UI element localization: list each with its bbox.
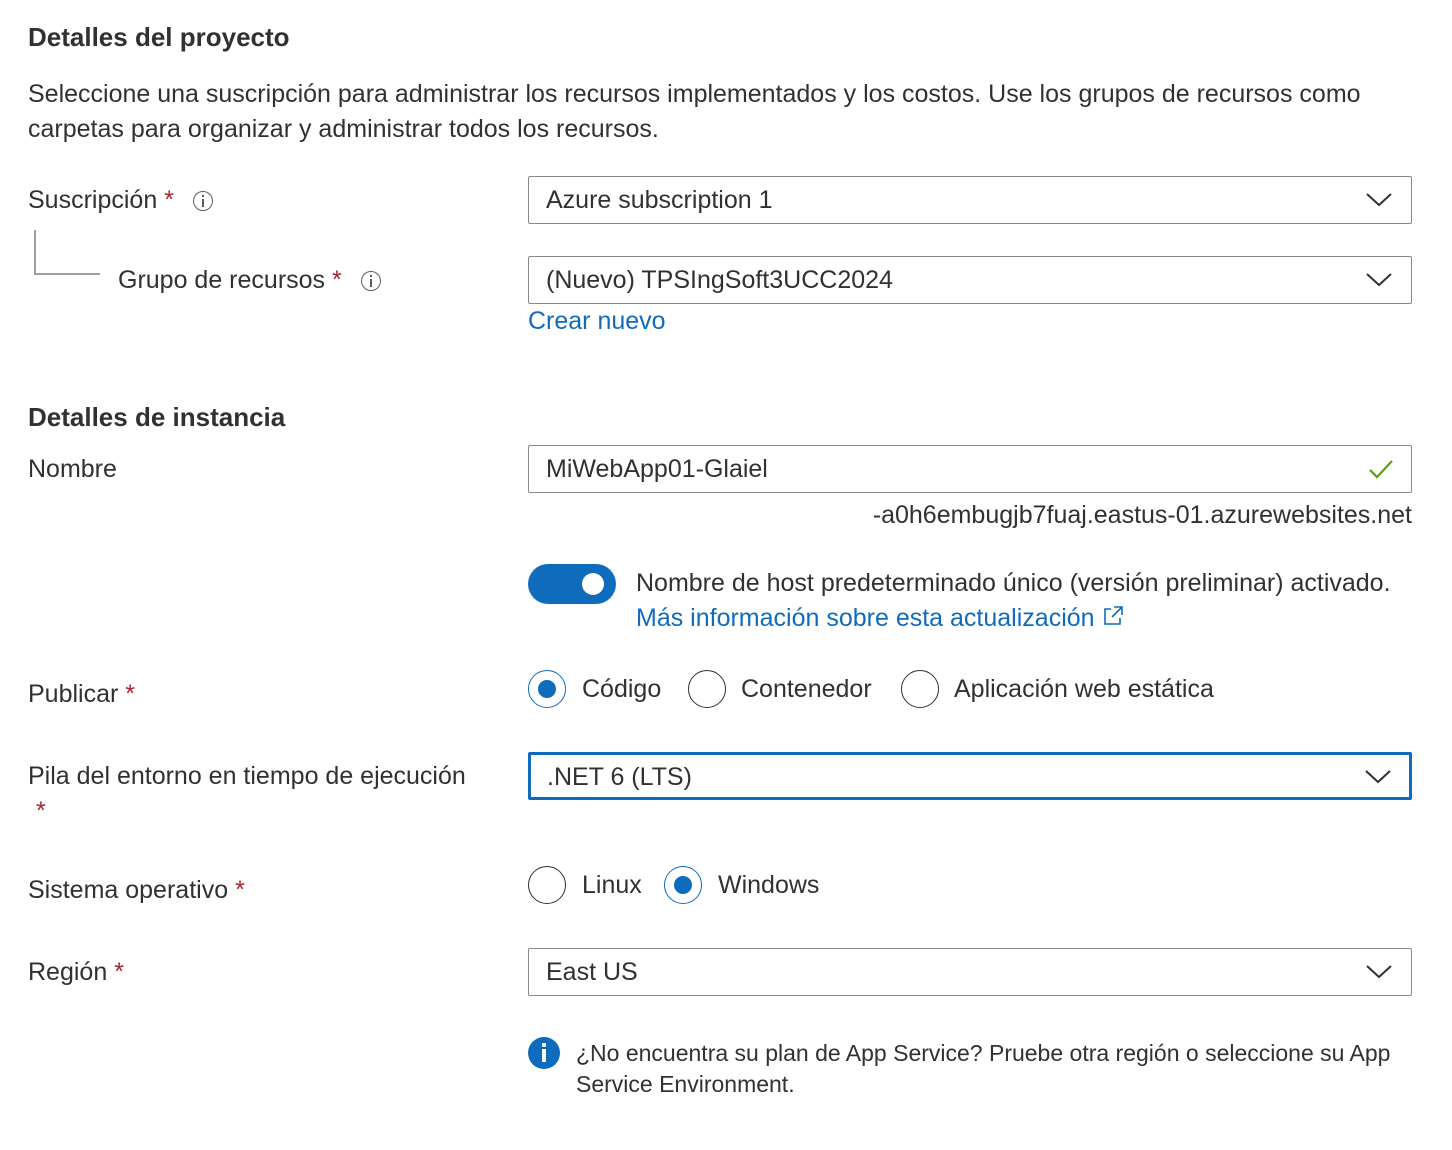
learn-more-link-text: Más información sobre esta actualización (636, 604, 1095, 632)
domain-suffix: -a0h6embugjb7fuaj.eastus-01.azurewebsite… (872, 501, 1412, 529)
project-details-title: Detalles del proyecto (28, 22, 290, 52)
name-input[interactable]: MiWebApp01-Glaiel (528, 445, 1412, 493)
runtime-stack-dropdown[interactable]: .NET 6 (LTS) (528, 752, 1412, 800)
radio-container[interactable] (688, 670, 726, 708)
chevron-down-icon (1366, 193, 1392, 207)
runtime-label: Pila del entorno en tiempo de ejecución (28, 762, 466, 790)
required-asterisk: * (332, 266, 342, 294)
learn-more-link[interactable]: Más información sobre esta actualización (636, 604, 1124, 632)
chevron-down-icon (1365, 770, 1391, 784)
resource-group-dropdown[interactable]: (Nuevo) TPSIngSoft3UCC2024 (528, 256, 1412, 304)
radio-windows[interactable] (664, 866, 702, 904)
subscription-dropdown[interactable]: Azure subscription 1 (528, 176, 1412, 224)
region-dropdown[interactable]: East US (528, 948, 1412, 996)
required-asterisk: * (235, 876, 245, 904)
region-value: East US (546, 958, 638, 986)
required-asterisk: * (36, 797, 46, 825)
region-info-message: ¿No encuentra su plan de App Service? Pr… (576, 1040, 1391, 1097)
name-label: Nombre (28, 455, 117, 483)
unique-hostname-text-block: Nombre de host predeterminado único (ver… (636, 566, 1396, 636)
runtime-stack-value: .NET 6 (LTS) (547, 763, 692, 791)
chevron-down-icon (1366, 273, 1392, 287)
publish-label: Publicar (28, 680, 119, 708)
chevron-down-icon (1366, 965, 1392, 979)
tree-connector (34, 230, 36, 274)
toggle-knob (582, 573, 604, 595)
instance-details-title: Detalles de instancia (28, 402, 286, 432)
create-new-link[interactable]: Crear nuevo (528, 307, 666, 336)
radio-windows-label[interactable]: Windows (718, 871, 819, 900)
radio-code[interactable] (528, 670, 566, 708)
radio-container-label[interactable]: Contenedor (741, 675, 872, 704)
radio-code-label[interactable]: Código (582, 675, 661, 704)
region-label-row: Región * (28, 958, 124, 987)
required-asterisk: * (125, 680, 136, 708)
radio-linux[interactable] (528, 866, 566, 904)
radio-static-web-app-label[interactable]: Aplicación web estática (954, 675, 1214, 704)
radio-static-web-app[interactable] (901, 670, 939, 708)
os-label: Sistema operativo (28, 876, 229, 904)
external-link-icon (1103, 606, 1123, 625)
resource-group-value: (Nuevo) TPSIngSoft3UCC2024 (546, 266, 893, 294)
radio-linux-label[interactable]: Linux (582, 871, 642, 900)
resource-group-label-row: Grupo de recursos * (118, 266, 381, 295)
info-icon (528, 1037, 560, 1069)
project-details-description: Seleccione una suscripción para administ… (28, 80, 1361, 143)
checkmark-icon (1369, 460, 1393, 479)
os-label-row: Sistema operativo * (28, 876, 245, 905)
subscription-label-row: Suscripción * (28, 186, 213, 215)
subscription-value: Azure subscription 1 (546, 186, 773, 214)
info-icon[interactable] (360, 271, 381, 292)
subscription-label: Suscripción (28, 186, 158, 214)
required-asterisk: * (164, 186, 174, 214)
resource-group-label: Grupo de recursos (118, 266, 326, 294)
required-asterisk: * (114, 958, 124, 986)
publish-label-row: Publicar * (28, 680, 135, 709)
unique-hostname-toggle[interactable] (528, 564, 616, 604)
region-label: Región (28, 958, 108, 986)
name-value: MiWebApp01-Glaiel (546, 455, 768, 483)
info-icon[interactable] (192, 191, 213, 212)
tree-connector (34, 273, 100, 275)
unique-hostname-text: Nombre de host predeterminado único (ver… (636, 569, 1391, 597)
